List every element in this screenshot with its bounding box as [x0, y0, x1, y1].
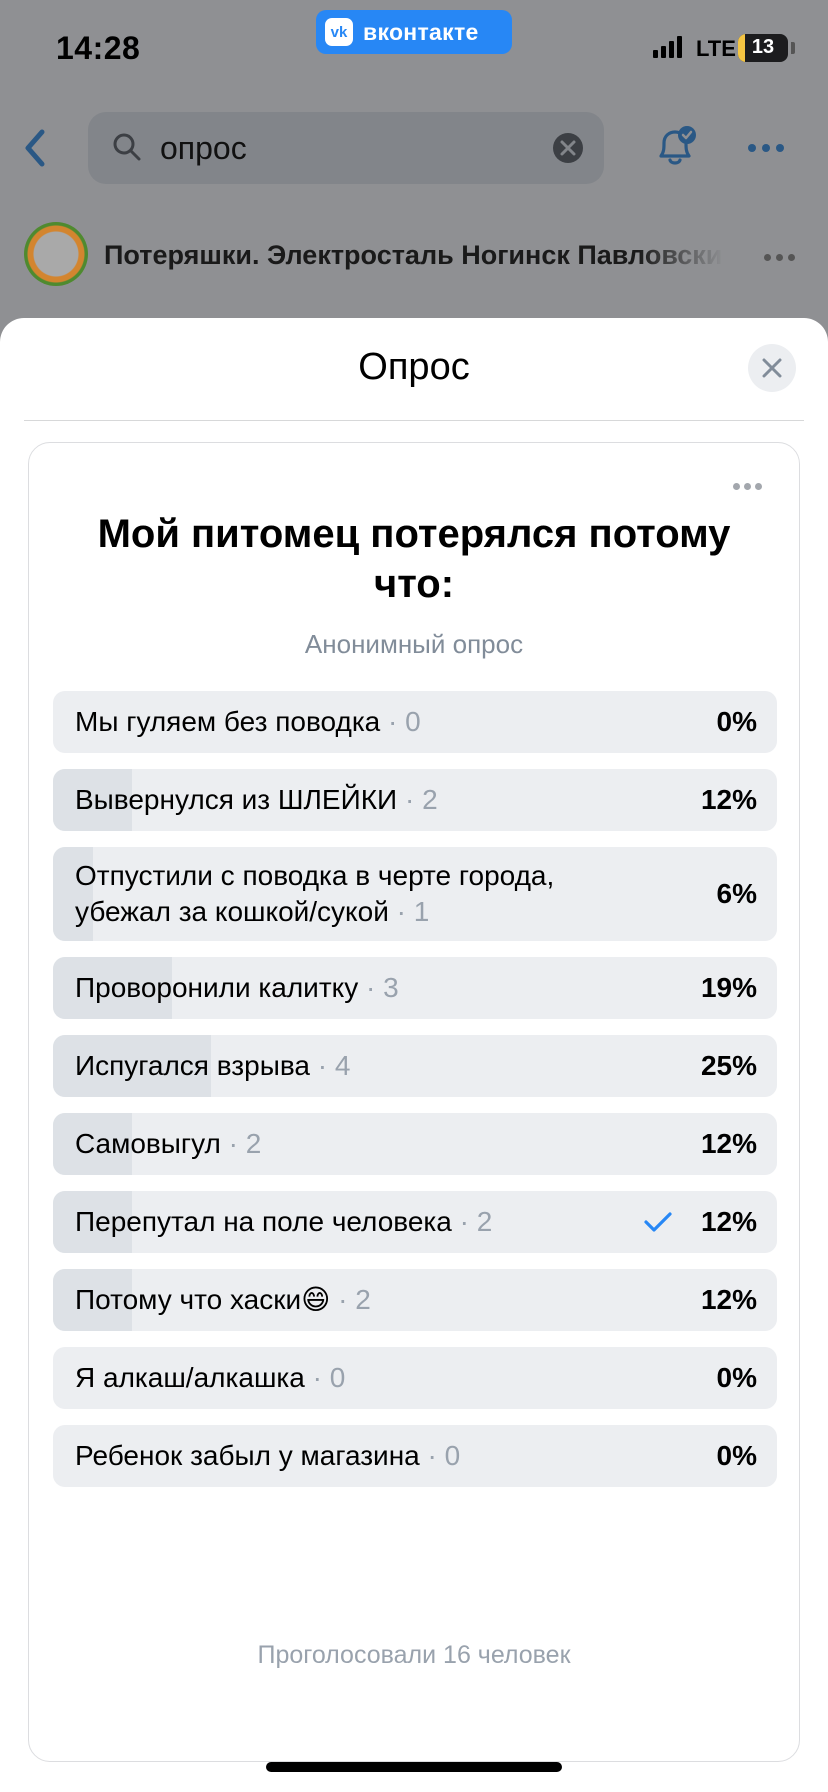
poll-option-percent: 0% [716, 1440, 757, 1471]
poll-more-icon[interactable] [733, 483, 762, 490]
poll-card: Мой питомец потерялся потому что: Аноним… [28, 442, 800, 1762]
search-icon [113, 133, 141, 161]
sheet-divider [24, 420, 804, 421]
poll-option[interactable]: Испугался взрыва · 4 25% [53, 1035, 777, 1097]
poll-option-separator: · [380, 706, 406, 737]
poll-option-percent: 0% [716, 1362, 757, 1393]
poll-option-count: 0 [329, 1362, 346, 1393]
poll-option-percent: 0% [716, 706, 757, 737]
poll-option[interactable]: Ребенок забыл у магазина · 0 0% [53, 1425, 777, 1487]
selected-check-icon [644, 1212, 672, 1232]
poll-option-label: Мы гуляем без поводка [75, 706, 381, 737]
poll-option-percent: 12% [700, 784, 757, 815]
poll-option-separator: · [397, 784, 423, 815]
poll-option-text: Испугался взрыва · 4 [53, 1048, 350, 1084]
poll-option-count: 0 [405, 706, 421, 737]
poll-option-separator: · [220, 1128, 246, 1159]
app-return-label: вконтакте [363, 18, 479, 45]
poll-option-count: 0 [444, 1440, 461, 1471]
poll-option[interactable]: Перепутал на поле человека · 2 12% [53, 1191, 777, 1253]
poll-option-text: Потому что хаски😄 · 2 [53, 1282, 371, 1318]
poll-option-percent: 25% [700, 1050, 757, 1081]
poll-option-label: Проворонили калитку [75, 972, 359, 1003]
clear-search-icon[interactable] [552, 132, 584, 164]
poll-option[interactable]: Вывернулся из ШЛЕЙКИ · 2 12% [53, 769, 777, 831]
poll-option-percent: 12% [700, 1284, 757, 1315]
notifications-bell-icon[interactable] [652, 124, 698, 170]
poll-option-separator: · [330, 1284, 356, 1315]
poll-option-separator: · [304, 1362, 330, 1393]
poll-option[interactable]: Мы гуляем без поводка · 0 0% [53, 691, 777, 753]
poll-option[interactable]: Отпустили с поводка в черте города, убеж… [53, 847, 777, 941]
vk-logo-icon: vk [325, 18, 353, 46]
search-input[interactable]: опрос [88, 112, 604, 184]
poll-option-text: Проворонили калитку · 3 [53, 970, 399, 1006]
poll-option[interactable]: Я алкаш/алкашка · 0 0% [53, 1347, 777, 1409]
poll-option-label: Я алкаш/алкашка [75, 1362, 305, 1393]
network-type: LTE [696, 36, 736, 61]
poll-option[interactable]: Самовыгул · 2 12% [53, 1113, 777, 1175]
back-arrow-icon[interactable] [20, 126, 50, 170]
poll-option-text: Перепутал на поле человека · 2 [53, 1204, 492, 1240]
poll-option-count: 2 [422, 784, 438, 815]
poll-option-text: Отпустили с поводка в черте города, убеж… [53, 858, 643, 930]
poll-option-count: 2 [355, 1284, 371, 1315]
poll-option-separator: · [309, 1050, 335, 1081]
poll-option-label: Ребенок забыл у магазина [75, 1440, 420, 1471]
poll-option-separator: · [451, 1206, 477, 1237]
poll-option-separator: · [419, 1440, 445, 1471]
sheet-title: Опрос [358, 346, 470, 388]
signal-icon [653, 36, 682, 58]
search-value: опрос [160, 130, 247, 166]
poll-option[interactable]: Потому что хаски😄 · 2 12% [53, 1269, 777, 1331]
status-time: 14:28 [56, 30, 141, 66]
poll-option-label: Самовыгул [75, 1128, 221, 1159]
poll-option-label: Отпустили с поводка в черте города, убеж… [75, 860, 555, 927]
battery-icon: 13 [738, 34, 788, 62]
poll-option-label: Потому что хаски😄 [75, 1284, 331, 1315]
poll-option-text: Самовыгул · 2 [53, 1126, 261, 1162]
poll-option-text: Я алкаш/алкашка · 0 [53, 1360, 345, 1396]
poll-options: Мы гуляем без поводка · 0 0% Вывернулся из… [53, 691, 777, 1503]
poll-option-label: Вывернулся из ШЛЕЙКИ [75, 784, 398, 815]
close-button[interactable] [748, 344, 796, 392]
poll-option-count: 3 [383, 972, 399, 1003]
battery-percent: 13 [751, 36, 775, 58]
poll-option-count: 2 [476, 1206, 493, 1237]
home-indicator[interactable] [266, 1762, 562, 1772]
status-bar: 14:28 vk вконтакте LTE 13 [0, 0, 828, 100]
group-name[interactable]: Потеряшки. Электросталь Ногинск Павловск… [104, 240, 724, 271]
poll-option-percent: 6% [716, 878, 757, 909]
poll-option-text: Ребенок забыл у магазина · 0 [53, 1438, 460, 1474]
poll-option-text: Мы гуляем без поводка · 0 [53, 704, 421, 740]
poll-option-separator: · [388, 896, 414, 927]
poll-option-percent: 12% [700, 1128, 757, 1159]
poll-option-separator: · [358, 972, 384, 1003]
close-icon [762, 358, 782, 378]
poll-sheet: Опрос Мой питомец потерялся потому что: … [0, 318, 828, 1792]
poll-option-label: Перепутал на поле человека [75, 1206, 452, 1237]
poll-total-voters[interactable]: Проголосовали 16 человек [29, 1641, 799, 1670]
app-return-pill[interactable]: vk вконтакте [316, 10, 512, 54]
poll-option-text: Вывернулся из ШЛЕЙКИ · 2 [53, 782, 438, 818]
poll-option-label: Испугался взрыва [75, 1050, 310, 1081]
poll-type: Анонимный опрос [304, 629, 524, 659]
group-avatar[interactable] [24, 222, 88, 286]
poll-option-percent: 19% [700, 972, 757, 1003]
poll-option-count: 2 [245, 1128, 262, 1159]
poll-option-percent: 12% [700, 1206, 757, 1237]
poll-question: Мой питомец потерялся потому что: [97, 512, 731, 606]
more-options-icon[interactable] [748, 144, 784, 152]
group-more-icon[interactable] [764, 254, 795, 261]
poll-option[interactable]: Проворонили калитку · 3 19% [53, 957, 777, 1019]
battery-tip [791, 42, 795, 54]
background-app: 14:28 vk вконтакте LTE 13 опрос Потеряшк… [0, 0, 828, 340]
poll-option-count: 1 [413, 896, 430, 927]
poll-option-count: 4 [334, 1050, 351, 1081]
